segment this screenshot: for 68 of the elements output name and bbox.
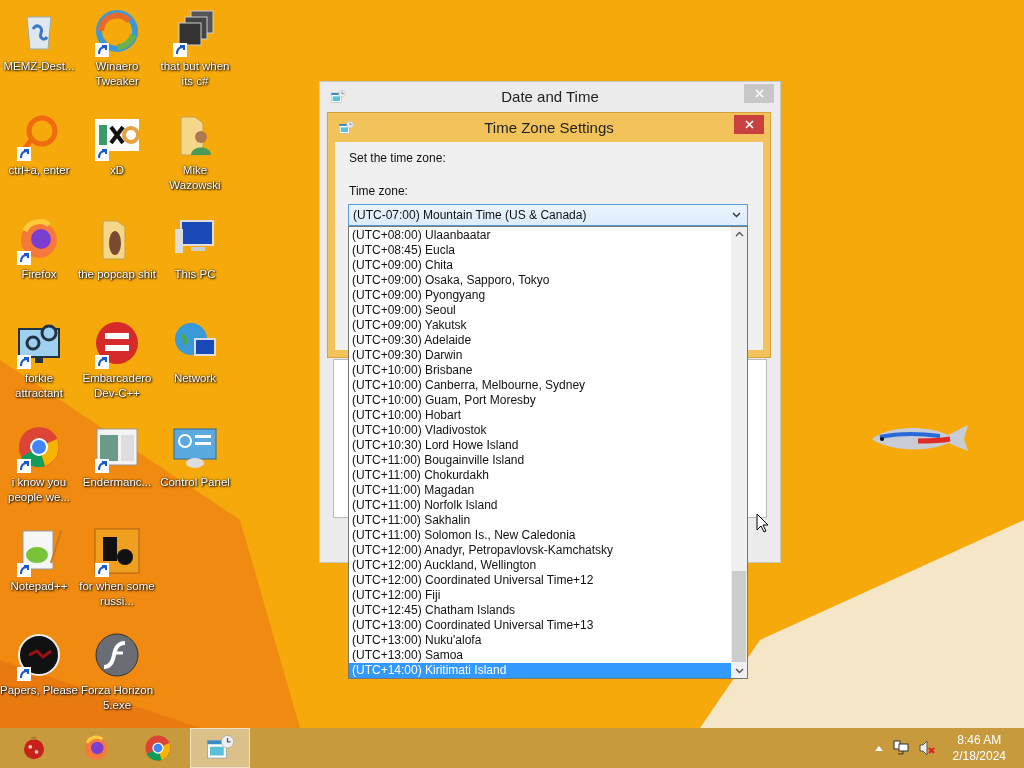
window-title: Time Zone Settings xyxy=(484,119,614,136)
window-title: Date and Time xyxy=(501,88,599,105)
time-zone-option[interactable]: (UTC+10:30) Lord Howe Island xyxy=(349,438,731,453)
time-zone-option[interactable]: (UTC+13:00) Samoa xyxy=(349,648,731,663)
time-zone-option[interactable]: (UTC+11:00) Sakhalin xyxy=(349,513,731,528)
time-zone-option[interactable]: (UTC+09:30) Darwin xyxy=(349,348,731,363)
shortcut-arrow-icon xyxy=(17,147,31,161)
time-zone-option[interactable]: (UTC+09:00) Yakutsk xyxy=(349,318,731,333)
time-zone-option[interactable]: (UTC+12:00) Fiji xyxy=(349,588,731,603)
shortcut-arrow-icon xyxy=(95,563,109,577)
scrollbar[interactable] xyxy=(731,227,747,678)
clock-time: 8:46 AM xyxy=(957,732,1002,748)
time-zone-option[interactable]: (UTC+10:00) Hobart xyxy=(349,408,731,423)
field-label: Time zone: xyxy=(349,184,408,198)
time-zone-option[interactable]: (UTC+09:00) Seoul xyxy=(349,303,731,318)
time-zone-option[interactable]: (UTC+09:00) Osaka, Sapporo, Tokyo xyxy=(349,273,731,288)
time-zone-option[interactable]: (UTC+10:00) Vladivostok xyxy=(349,423,731,438)
time-zone-option[interactable]: (UTC+11:00) Magadan xyxy=(349,483,731,498)
time-zone-option[interactable]: (UTC+10:00) Guam, Port Moresby xyxy=(349,393,731,408)
taskbar-button[interactable] xyxy=(190,728,250,768)
flash-icon[interactable] xyxy=(93,631,141,679)
app-tile-icon[interactable] xyxy=(93,527,141,575)
time-zone-option[interactable]: (UTC+10:00) Brisbane xyxy=(349,363,731,378)
shortcut-arrow-icon xyxy=(17,251,31,265)
speaker-muted-icon[interactable] xyxy=(918,740,935,756)
time-zone-option[interactable]: (UTC+13:00) Nuku'alofa xyxy=(349,633,731,648)
shortcut-arrow-icon xyxy=(173,43,187,57)
shortcut-arrow-icon xyxy=(95,459,109,473)
shortcut-arrow-icon xyxy=(17,667,31,681)
time-zone-option[interactable]: (UTC+12:00) Coordinated Universal Time+12 xyxy=(349,573,731,588)
clock-date: 2/18/2024 xyxy=(952,748,1006,764)
chrome-icon xyxy=(143,733,173,763)
dark-circle-icon[interactable] xyxy=(15,631,63,679)
time-zone-option[interactable]: (UTC+10:00) Canberra, Melbourne, Sydney xyxy=(349,378,731,393)
time-zone-option[interactable]: (UTC+13:00) Coordinated Universal Time+13 xyxy=(349,618,731,633)
swirl-icon[interactable] xyxy=(93,7,141,55)
prompt-text: Set the time zone: xyxy=(349,151,446,165)
time-zone-option[interactable]: (UTC+12:45) Chatham Islands xyxy=(349,603,731,618)
time-zone-option[interactable]: (UTC+11:00) Solomon Is., New Caledonia xyxy=(349,528,731,543)
caret-up-icon[interactable] xyxy=(874,745,883,751)
chevron-down-icon[interactable] xyxy=(734,668,744,674)
time-zone-option[interactable]: (UTC+11:00) Chokurdakh xyxy=(349,468,731,483)
calendar-clock-icon xyxy=(337,119,355,136)
shortcut-arrow-icon xyxy=(17,563,31,577)
time-zone-dropdown[interactable]: (UTC-07:00) Mountain Time (US & Canada) xyxy=(348,204,748,226)
chevron-up-icon[interactable] xyxy=(734,231,744,237)
shortcut-arrow-icon xyxy=(95,355,109,369)
chevron-down-icon xyxy=(732,212,741,218)
close-button[interactable] xyxy=(734,115,764,134)
time-zone-option[interactable]: (UTC+12:00) Auckland, Wellington xyxy=(349,558,731,573)
shortcut-arrow-icon xyxy=(17,459,31,473)
shortcut-arrow-icon xyxy=(95,43,109,57)
close-icon xyxy=(754,89,764,98)
shortcut-arrow-icon xyxy=(95,147,109,161)
network-icon[interactable] xyxy=(892,740,909,756)
time-zone-option[interactable]: (UTC+09:00) Chita xyxy=(349,258,731,273)
time-zone-option[interactable]: (UTC+09:30) Adelaide xyxy=(349,333,731,348)
calendar-clock-icon xyxy=(329,88,347,105)
dev-logo-icon[interactable] xyxy=(93,319,141,367)
scrollbar-thumb[interactable] xyxy=(732,571,746,662)
time-zone-option[interactable]: (UTC+11:00) Bougainville Island xyxy=(349,453,731,468)
time-zone-option[interactable]: (UTC+09:00) Pyongyang xyxy=(349,288,731,303)
close-icon xyxy=(744,120,754,129)
time-zone-option[interactable]: (UTC+11:00) Norfolk Island xyxy=(349,498,731,513)
shortcut-arrow-icon xyxy=(17,355,31,369)
time-zone-option[interactable]: (UTC+12:00) Anadyr, Petropavlovsk-Kamchatsky xyxy=(349,543,731,558)
time-zone-option[interactable]: (UTC+08:00) Ulaanbaatar xyxy=(349,228,731,243)
time-zone-option[interactable]: (UTC+08:45) Eucla xyxy=(349,243,731,258)
